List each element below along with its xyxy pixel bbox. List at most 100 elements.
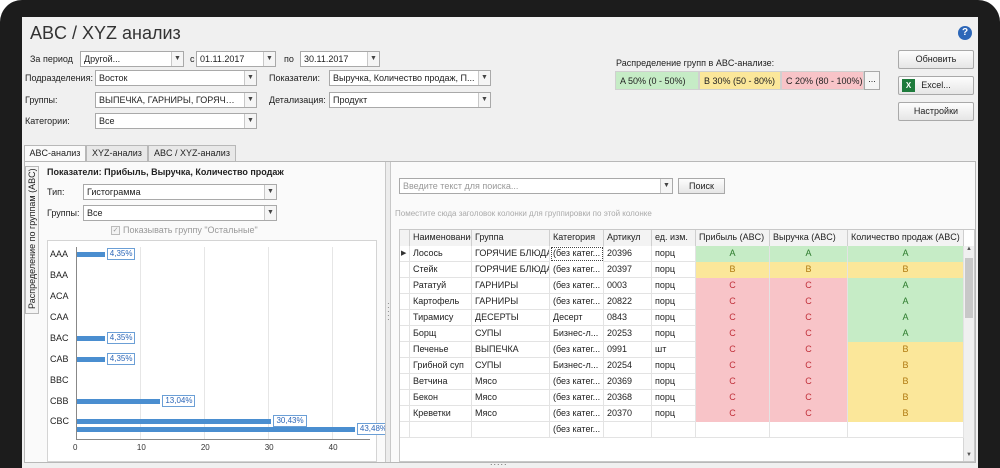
row-indicator[interactable] <box>400 278 410 294</box>
row-indicator[interactable] <box>400 422 410 438</box>
table-cell[interactable]: C <box>696 374 770 390</box>
excel-button[interactable]: X Excel... <box>898 76 974 95</box>
table-cell[interactable]: Бизнес-л... <box>550 358 604 374</box>
column-header[interactable]: Прибыль (ABC) <box>696 230 770 246</box>
table-cell[interactable]: Рататуй <box>410 278 472 294</box>
table-cell[interactable]: C <box>696 406 770 422</box>
column-header[interactable]: Категория <box>550 230 604 246</box>
row-indicator[interactable] <box>400 374 410 390</box>
table-cell[interactable]: (без катег... <box>550 422 604 438</box>
table-cell[interactable]: ГАРНИРЫ <box>472 294 550 310</box>
date-from-field[interactable]: 01.11.2017 ▼ <box>196 51 276 67</box>
table-cell[interactable]: C <box>696 358 770 374</box>
side-tab-distribution[interactable]: Распределение по группам (ABC) <box>25 166 39 314</box>
table-cell[interactable]: порц <box>652 246 696 262</box>
table-row[interactable]: Борщ СУПЫ Бизнес-л... 20253 порц C C A <box>400 326 964 342</box>
table-cell[interactable]: Лосось <box>410 246 472 262</box>
table-cell[interactable]: порц <box>652 374 696 390</box>
table-cell[interactable]: (без катег... <box>550 246 604 262</box>
table-cell[interactable] <box>848 422 964 438</box>
group-by-drop-zone[interactable]: Поместите сюда заголовок колонки для гру… <box>393 206 975 222</box>
table-row[interactable]: ▶ Лосось ГОРЯЧИЕ БЛЮДА (без катег... 20396 по… <box>400 246 964 262</box>
table-cell[interactable]: C <box>770 342 848 358</box>
table-cell[interactable]: A <box>696 246 770 262</box>
table-cell[interactable]: шт <box>652 342 696 358</box>
column-header[interactable]: Группа <box>472 230 550 246</box>
date-to-field[interactable]: 30.11.2017 ▼ <box>300 51 380 67</box>
table-cell[interactable]: A <box>848 326 964 342</box>
table-cell[interactable]: (без катег... <box>550 390 604 406</box>
table-cell[interactable]: B <box>770 262 848 278</box>
table-cell[interactable]: C <box>770 294 848 310</box>
table-cell[interactable]: B <box>848 406 964 422</box>
distribution-more-button[interactable]: ... <box>864 71 880 90</box>
table-cell[interactable]: 0991 <box>604 342 652 358</box>
table-cell[interactable]: B <box>848 262 964 278</box>
table-cell[interactable]: C <box>770 310 848 326</box>
table-cell[interactable]: C <box>696 390 770 406</box>
table-cell[interactable] <box>652 422 696 438</box>
table-cell[interactable]: СУПЫ <box>472 326 550 342</box>
categories-select[interactable]: Все ▼ <box>95 113 257 129</box>
table-cell[interactable]: A <box>848 294 964 310</box>
table-cell[interactable]: A <box>848 246 964 262</box>
table-cell[interactable]: порц <box>652 294 696 310</box>
scroll-up-icon[interactable]: ▲ <box>964 246 974 256</box>
scroll-down-icon[interactable]: ▼ <box>964 452 974 461</box>
table-row[interactable]: Ветчина Мясо (без катег... 20369 порц C C B <box>400 374 964 390</box>
row-indicator[interactable] <box>400 326 410 342</box>
chevron-down-icon[interactable]: ▼ <box>478 71 490 85</box>
column-header[interactable]: Выручка (ABC) <box>770 230 848 246</box>
tab-xyz[interactable]: XYZ-анализ <box>86 145 148 161</box>
table-cell[interactable]: Борщ <box>410 326 472 342</box>
table-cell[interactable]: B <box>848 374 964 390</box>
row-indicator[interactable]: ▶ <box>400 246 410 262</box>
column-header[interactable]: Артикул <box>604 230 652 246</box>
settings-button[interactable]: Настройки <box>898 102 974 121</box>
row-indicator[interactable] <box>400 358 410 374</box>
chevron-down-icon[interactable]: ▼ <box>171 52 183 66</box>
period-select[interactable]: Другой... ▼ <box>80 51 184 67</box>
detail-select[interactable]: Продукт ▼ <box>329 92 491 108</box>
row-indicator[interactable] <box>400 342 410 358</box>
indicators-select[interactable]: Выручка, Количество продаж, П... ▼ <box>329 70 491 86</box>
table-row[interactable]: Бекон Мясо (без катег... 20368 порц C C B <box>400 390 964 406</box>
table-cell[interactable]: 0003 <box>604 278 652 294</box>
table-cell[interactable]: B <box>696 262 770 278</box>
row-indicator[interactable] <box>400 294 410 310</box>
table-cell[interactable]: порц <box>652 310 696 326</box>
table-cell[interactable]: (без катег... <box>550 406 604 422</box>
row-indicator[interactable] <box>400 390 410 406</box>
table-cell[interactable]: B <box>848 342 964 358</box>
table-cell[interactable]: ГАРНИРЫ <box>472 278 550 294</box>
table-cell[interactable]: Печенье <box>410 342 472 358</box>
chevron-down-icon[interactable]: ▼ <box>244 93 256 107</box>
table-cell[interactable] <box>770 422 848 438</box>
chevron-down-icon[interactable]: ▼ <box>264 185 276 199</box>
table-cell[interactable]: Бекон <box>410 390 472 406</box>
table-cell[interactable]: 0843 <box>604 310 652 326</box>
chevron-down-icon[interactable]: ▼ <box>264 206 276 220</box>
table-cell[interactable]: Мясо <box>472 406 550 422</box>
panel-splitter[interactable]: · · · · · <box>385 162 391 462</box>
table-cell[interactable]: (без катег... <box>550 374 604 390</box>
row-indicator[interactable] <box>400 262 410 278</box>
row-indicator[interactable] <box>400 310 410 326</box>
search-button[interactable]: Поиск <box>678 178 725 194</box>
search-input[interactable]: Введите текст для поиска... ▼ <box>399 178 673 194</box>
table-cell[interactable]: C <box>770 406 848 422</box>
table-cell[interactable]: A <box>770 246 848 262</box>
table-cell[interactable]: Грибной суп <box>410 358 472 374</box>
table-cell[interactable]: ДЕСЕРТЫ <box>472 310 550 326</box>
chevron-down-icon[interactable]: ▼ <box>660 179 672 193</box>
vertical-scrollbar[interactable]: ▲ ▼ <box>963 246 974 461</box>
table-cell[interactable]: Картофель <box>410 294 472 310</box>
table-cell[interactable]: Бизнес-л... <box>550 326 604 342</box>
help-icon[interactable]: ? <box>958 26 972 40</box>
table-cell[interactable]: C <box>696 326 770 342</box>
table-cell[interactable]: Ветчина <box>410 374 472 390</box>
table-cell[interactable]: 20396 <box>604 246 652 262</box>
scrollbar-thumb[interactable] <box>965 258 973 318</box>
table-cell[interactable]: Тирамису <box>410 310 472 326</box>
table-cell[interactable]: B <box>848 390 964 406</box>
